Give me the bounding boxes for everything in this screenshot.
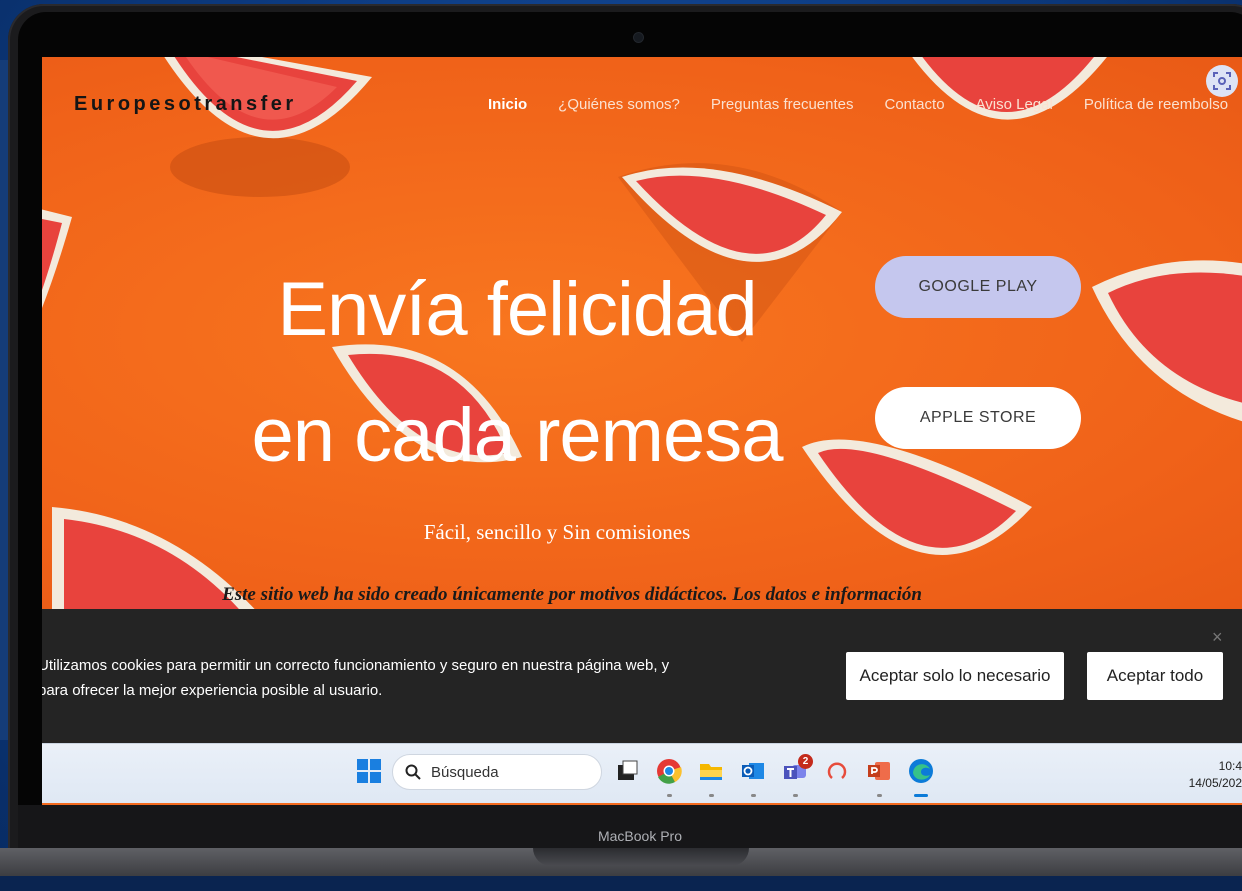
taskbar-search[interactable]: Búsqueda <box>392 754 602 790</box>
brand-logo[interactable]: Europesotransfer <box>74 93 297 116</box>
grapefruit-slice-5 <box>42 209 72 308</box>
close-icon[interactable]: × <box>1212 627 1223 648</box>
taskbar-clock[interactable]: 10:4 14/05/202 <box>1178 758 1242 792</box>
taskbar-running-indicator <box>877 794 882 797</box>
nav-link-aviso-legal[interactable]: Aviso Legal <box>976 96 1053 113</box>
background-edge <box>0 60 8 740</box>
clock-time: 10:4 <box>1218 759 1242 773</box>
office-icon[interactable] <box>824 758 850 784</box>
nav-link-preguntas-frecuentes[interactable]: Preguntas frecuentes <box>711 96 854 113</box>
taskbar-running-indicator <box>793 794 798 797</box>
nav-link-quienes-somos[interactable]: ¿Quiénes somos? <box>558 96 680 113</box>
grapefruit-slice-4 <box>1092 260 1242 422</box>
teams-notification-badge: 2 <box>798 754 813 769</box>
search-icon <box>405 764 421 780</box>
apple-store-button[interactable]: APPLE STORE <box>875 387 1081 449</box>
taskbar-running-indicator <box>667 794 672 797</box>
laptop-notch <box>533 848 749 866</box>
cookie-text: Utilizamos cookies para permitir un corr… <box>42 657 670 699</box>
windows-start-icon[interactable] <box>356 758 382 784</box>
device-label: MacBook Pro <box>597 828 683 844</box>
laptop-screen: Europesotransfer Inicio ¿Quiénes somos? … <box>42 57 1242 805</box>
file-explorer-icon[interactable] <box>698 758 724 784</box>
hero-disclaimer: Este sitio web ha sido creado únicamente… <box>222 584 922 605</box>
cookie-banner: Utilizamos cookies para permitir un corr… <box>42 609 1242 743</box>
clock-date: 14/05/202 <box>1188 776 1242 790</box>
nav-link-contacto[interactable]: Contacto <box>885 96 945 113</box>
main-nav: Inicio ¿Quiénes somos? Preguntas frecuen… <box>488 96 1242 113</box>
taskbar-running-indicator <box>751 794 756 797</box>
hero-tagline: Fácil, sencillo y Sin comisiones <box>423 520 691 544</box>
nav-link-inicio[interactable]: Inicio <box>488 96 527 113</box>
screen-capture-icon <box>1213 72 1231 90</box>
camera-icon <box>634 33 643 42</box>
edge-icon[interactable] <box>908 758 934 784</box>
hero-section: Europesotransfer Inicio ¿Quiénes somos? … <box>42 57 1242 609</box>
screen-capture-button[interactable] <box>1206 65 1238 97</box>
accept-all-button[interactable]: Aceptar todo <box>1087 652 1223 700</box>
taskbar-active-indicator <box>914 794 928 797</box>
background-floor <box>0 876 1242 891</box>
grapefruit-slice-1 <box>164 57 372 197</box>
chrome-icon[interactable] <box>656 758 682 784</box>
windows-taskbar: Búsqueda 2 10:4 14/05/202 <box>42 743 1242 803</box>
taskbar-running-indicator <box>709 794 714 797</box>
google-play-button[interactable]: GOOGLE PLAY <box>875 256 1081 318</box>
hero-headline: Envía felicidad en cada remesa <box>192 247 842 499</box>
nav-link-politica-reembolso[interactable]: Política de reembolso <box>1084 96 1228 113</box>
accept-necessary-button[interactable]: Aceptar solo lo necesario <box>846 652 1064 700</box>
powerpoint-icon[interactable] <box>866 758 892 784</box>
hero-headline-line2: en cada remesa <box>251 393 784 478</box>
outlook-icon[interactable] <box>740 758 766 784</box>
task-view-icon[interactable] <box>614 758 640 784</box>
hero-headline-line1: Envía felicidad <box>277 267 757 352</box>
taskbar-search-placeholder: Búsqueda <box>431 763 499 781</box>
grapefruit-slice-3 <box>912 57 1107 120</box>
